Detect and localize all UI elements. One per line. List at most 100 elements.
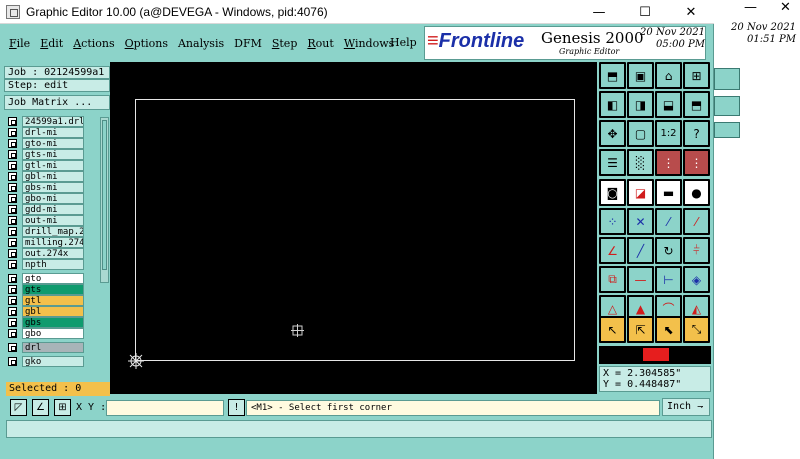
edit-mode-icon[interactable]: ◸ xyxy=(10,399,27,416)
layer-checkbox[interactable] xyxy=(8,128,17,137)
layer-row[interactable]: gbl-mi xyxy=(4,171,106,182)
layer-checkbox[interactable] xyxy=(8,307,17,316)
scale-icon[interactable]: ⧉ xyxy=(599,266,626,293)
menu-item-options[interactable]: Options xyxy=(125,37,168,50)
grid-mode-icon[interactable]: ⊞ xyxy=(54,399,71,416)
layer-row[interactable]: 24599a1.drl xyxy=(4,116,106,127)
layer-checkbox[interactable] xyxy=(8,216,17,225)
monitor-icon[interactable]: ▣ xyxy=(627,62,654,89)
layer-name[interactable]: gtl-mi xyxy=(22,160,84,171)
layer-checkbox[interactable] xyxy=(8,249,17,258)
layer-row[interactable]: gbs xyxy=(4,317,106,328)
zoom-fit-icon[interactable]: ✥ xyxy=(599,120,626,147)
layer-name[interactable]: gbs xyxy=(22,317,84,328)
layer-row[interactable]: drl xyxy=(4,342,106,353)
layer-row[interactable]: gdd-mi xyxy=(4,204,106,215)
layer-name[interactable]: gto-mi xyxy=(22,138,84,149)
layer-name[interactable]: drill_map.274 xyxy=(22,226,84,237)
layer-row[interactable]: out-mi xyxy=(4,215,106,226)
diagonal-pads-icon[interactable]: ⁄ xyxy=(655,208,682,235)
layer-name[interactable]: gbs-mi xyxy=(22,182,84,193)
mirror-icon[interactable]: ⫩ xyxy=(683,237,710,264)
connect-pads-icon[interactable]: ⁘ xyxy=(599,208,626,235)
layer-row[interactable]: gko xyxy=(4,356,106,367)
scroll-thumb[interactable] xyxy=(102,120,107,270)
close-button[interactable]: ✕ xyxy=(668,0,714,24)
select-box-icon[interactable]: ◪ xyxy=(627,179,654,206)
layer-row[interactable]: gbs-mi xyxy=(4,182,106,193)
measure-icon[interactable]: ⊢ xyxy=(655,266,682,293)
layer-name[interactable]: out.274x xyxy=(22,248,84,259)
pad-icon[interactable]: ● xyxy=(683,179,710,206)
horizontal-line-icon[interactable]: — xyxy=(627,266,654,293)
layer-stack-icon[interactable]: ☰ xyxy=(599,149,626,176)
layer-checkbox[interactable] xyxy=(8,260,17,269)
layer-checkbox[interactable] xyxy=(8,150,17,159)
layer-checkbox[interactable] xyxy=(8,117,17,126)
layer-checkbox[interactable] xyxy=(8,357,17,366)
layer-name[interactable]: gto xyxy=(22,273,84,284)
net-red-icon[interactable]: ⋮ xyxy=(655,149,682,176)
zoom-full-icon[interactable]: ⊞ xyxy=(683,62,710,89)
angle-icon[interactable]: ∠ xyxy=(599,237,626,264)
layer-row[interactable]: gbl xyxy=(4,306,106,317)
layer-name[interactable]: gtl xyxy=(22,295,84,306)
layer-checkbox[interactable] xyxy=(8,329,17,338)
layer-checkbox[interactable] xyxy=(8,183,17,192)
graphic-canvas[interactable] xyxy=(110,62,597,394)
maximize-button[interactable]: ☐ xyxy=(622,0,668,24)
menu-item-dfm[interactable]: DFM xyxy=(234,37,262,50)
pointer-box-icon[interactable]: ⇱ xyxy=(627,316,654,343)
line-dash-icon[interactable]: ▬ xyxy=(655,179,682,206)
net-red-2-icon[interactable]: ⋮ xyxy=(683,149,710,176)
layer-name[interactable]: gts-mi xyxy=(22,149,84,160)
layer-checkbox[interactable] xyxy=(8,139,17,148)
minimize-button[interactable]: — xyxy=(576,0,622,24)
zoom-home-icon[interactable]: ⬒ xyxy=(599,62,626,89)
help-icon[interactable]: ? xyxy=(683,120,710,147)
menu-item-actions[interactable]: Actions xyxy=(73,37,114,50)
pointer-icon[interactable]: ↖ xyxy=(599,316,626,343)
menu-item-file[interactable]: File xyxy=(9,37,30,50)
layer-name[interactable]: 24599a1.drl xyxy=(22,116,84,127)
layer-row[interactable]: drl-mi xyxy=(4,127,106,138)
pan-left-icon[interactable]: ◧ xyxy=(599,91,626,118)
layer-name[interactable]: gbl xyxy=(22,306,84,317)
zoom-1to2-icon[interactable]: 1:2 xyxy=(655,120,682,147)
background-close-button[interactable]: ✕ xyxy=(780,0,791,15)
layer-name[interactable]: gbo-mi xyxy=(22,193,84,204)
layer-checkbox[interactable] xyxy=(8,343,17,352)
layer-name[interactable]: drl xyxy=(22,342,84,353)
background-minimize-button[interactable]: — xyxy=(744,0,757,15)
layer-row[interactable]: out.274x xyxy=(4,248,106,259)
layer-checkbox[interactable] xyxy=(8,285,17,294)
diagonal-red-icon[interactable]: ⁄ xyxy=(683,208,710,235)
layer-row[interactable]: gtl xyxy=(4,295,106,306)
layer-name[interactable]: gbo xyxy=(22,328,84,339)
grid-icon[interactable]: ░ xyxy=(627,149,654,176)
layer-row[interactable]: drill_map.274 xyxy=(4,226,106,237)
layer-checkbox[interactable] xyxy=(8,296,17,305)
layer-row[interactable]: gts xyxy=(4,284,106,295)
menu-help[interactable]: Help xyxy=(390,36,417,49)
layer-name[interactable]: milling.274x xyxy=(22,237,84,248)
angle-mode-icon[interactable]: ∠ xyxy=(32,399,49,416)
layer-scrollbar[interactable] xyxy=(100,117,109,283)
menu-item-analysis[interactable]: Analysis xyxy=(178,37,224,50)
layer-checkbox[interactable] xyxy=(8,318,17,327)
layer-name[interactable]: gts xyxy=(22,284,84,295)
layer-row[interactable]: gts-mi xyxy=(4,149,106,160)
info-icon[interactable]: ! xyxy=(228,399,245,416)
layer-name[interactable]: drl-mi xyxy=(22,127,84,138)
pan-up-icon[interactable]: ⬒ xyxy=(683,91,710,118)
xy-input[interactable] xyxy=(106,400,224,416)
layer-row[interactable]: gto xyxy=(4,273,106,284)
layer-checkbox[interactable] xyxy=(8,194,17,203)
arc-icon[interactable]: ↻ xyxy=(655,237,682,264)
layer-row[interactable]: milling.274x xyxy=(4,237,106,248)
layer-checkbox[interactable] xyxy=(8,161,17,170)
active-color-swatch[interactable] xyxy=(643,348,669,361)
pan-right-icon[interactable]: ◨ xyxy=(627,91,654,118)
cross-icon[interactable]: ✕ xyxy=(627,208,654,235)
layer-name[interactable]: gbl-mi xyxy=(22,171,84,182)
